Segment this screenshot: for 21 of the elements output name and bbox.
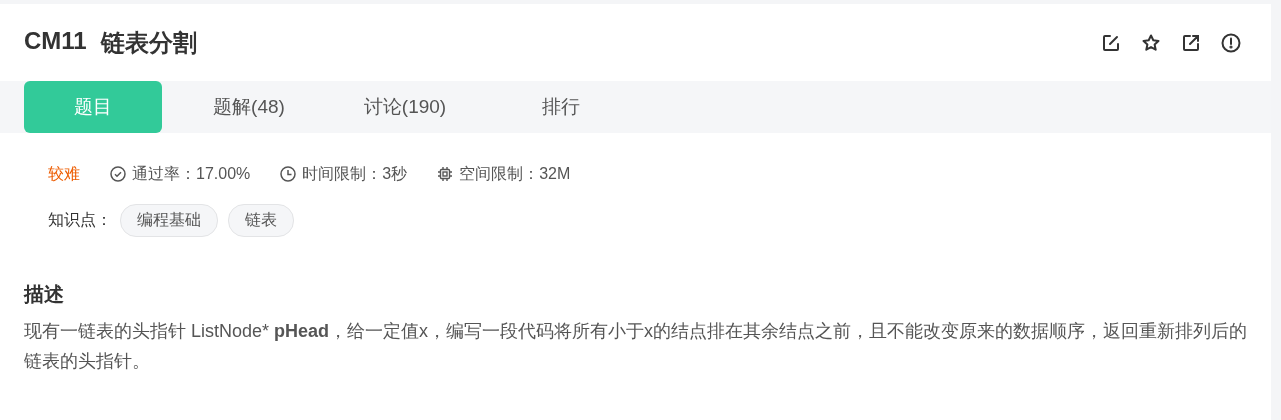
stat-text: 时间限制：3秒 <box>302 163 408 184</box>
topic-tag[interactable]: 链表 <box>228 203 294 237</box>
difficulty-label: 较难 <box>48 163 80 184</box>
section-heading: 描述 <box>24 282 65 307</box>
stat-text: 空间限制：32M <box>459 163 571 184</box>
clock-icon <box>280 166 297 182</box>
stat-text: 通过率：17.00% <box>132 163 251 184</box>
star-icon[interactable] <box>1141 32 1161 53</box>
description-text: 现有一链表的头指针 ListNode* pHead，给一定值x，编写一段代码将所有小于x的结点排在其余结点之前，且不能改变原来的数据顺序，返回重新排列后的链表的头指针。 <box>24 320 1249 373</box>
check-circle-icon <box>110 166 126 182</box>
external-link-icon[interactable] <box>1181 32 1201 53</box>
tab[interactable]: 题解(48) <box>180 81 318 133</box>
topic-tag[interactable]: 编程基础 <box>120 203 218 237</box>
edit-icon[interactable] <box>1101 32 1121 53</box>
alert-icon[interactable] <box>1221 32 1241 53</box>
problem-title: 链表分割 <box>100 27 197 58</box>
chip-icon <box>437 166 454 182</box>
problem-code: CM11 <box>24 26 87 56</box>
knowledge-label: 知识点： <box>48 209 112 230</box>
tab[interactable]: 讨论(190) <box>336 81 474 133</box>
tab[interactable]: 排行 <box>492 81 630 133</box>
